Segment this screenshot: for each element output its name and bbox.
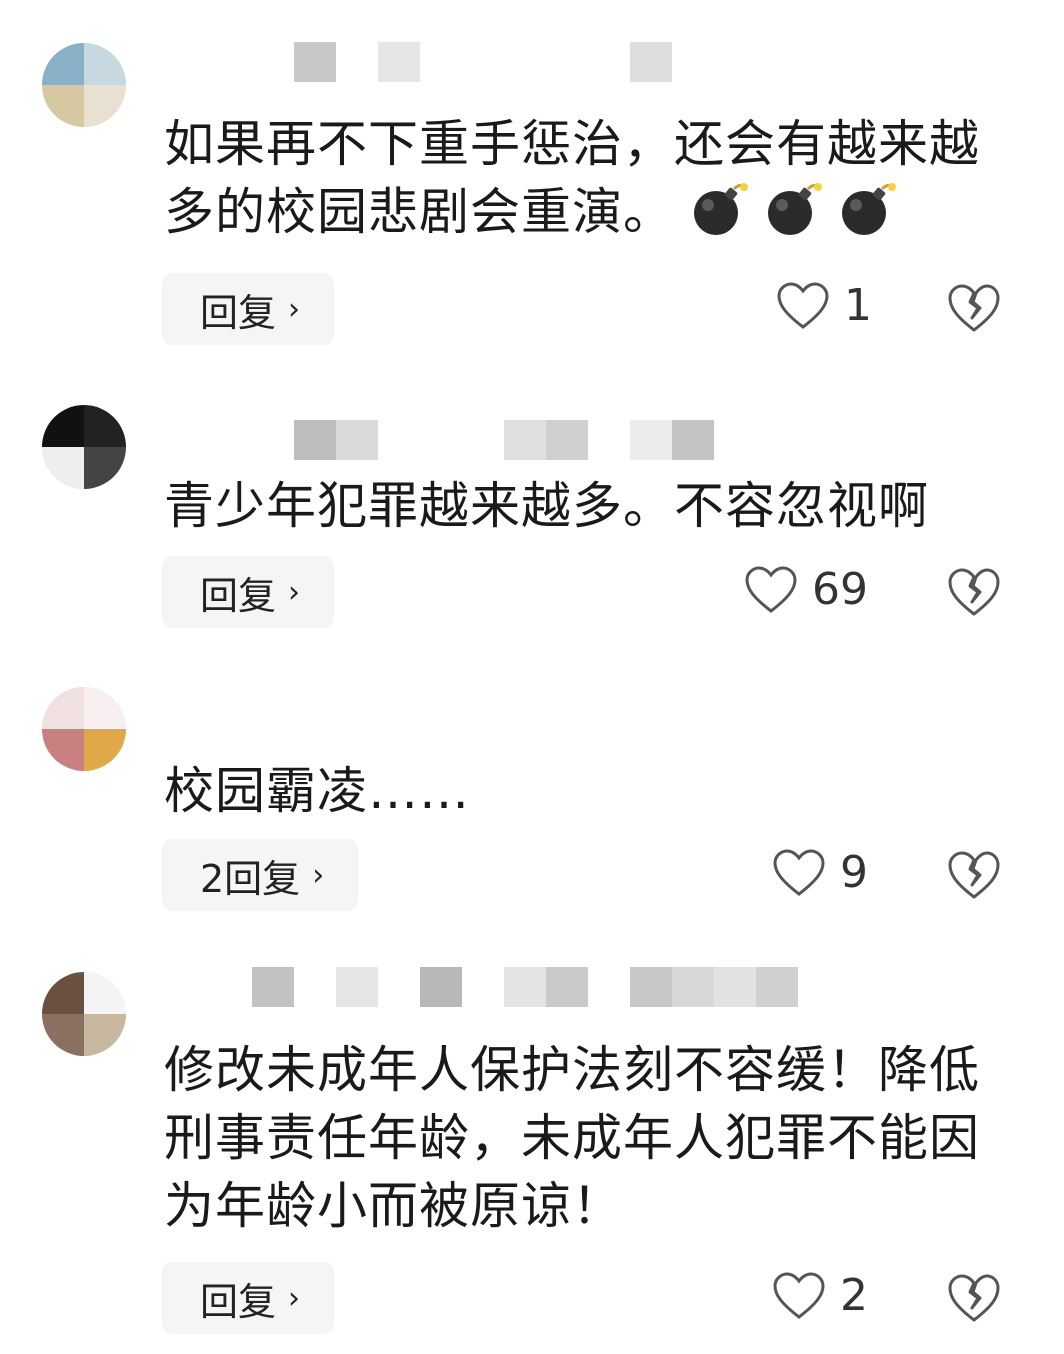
bomb-icon xyxy=(842,183,896,235)
redaction-block xyxy=(336,967,378,1007)
like-count: 1 xyxy=(844,280,872,331)
heart-icon xyxy=(773,1271,825,1319)
broken-heart-icon[interactable] xyxy=(946,1270,1002,1326)
reply-label: 回复 xyxy=(200,290,277,335)
avatar-tile xyxy=(42,687,84,729)
comment-text-content: 青少年犯罪越来越多。不容忽视啊 xyxy=(164,477,929,535)
avatar-tile xyxy=(84,729,126,771)
redaction-block xyxy=(546,967,588,1007)
reply-button[interactable]: 回复 › xyxy=(162,1262,335,1334)
like-button[interactable]: 1 xyxy=(776,280,872,331)
username-redacted xyxy=(0,420,1064,480)
redaction-block xyxy=(630,42,672,82)
chevron-right-icon: › xyxy=(288,574,301,610)
redaction-block xyxy=(294,420,336,460)
bomb-icon xyxy=(694,183,748,235)
redaction-block xyxy=(630,967,672,1007)
reply-label: 回复 xyxy=(200,1279,277,1324)
redaction-block xyxy=(336,420,378,460)
comment-text: 校园霸凌…… xyxy=(164,757,984,825)
like-count: 2 xyxy=(840,1270,868,1321)
comment-item: 修改未成年人保护法刻不容缓！降低刑事责任年龄，未成年人犯罪不能因为年龄小而被原谅… xyxy=(0,950,1064,1354)
username-redacted xyxy=(0,967,1064,1027)
redaction-block xyxy=(420,967,462,1007)
redaction-block xyxy=(294,42,336,82)
like-button[interactable]: 2 xyxy=(772,1270,868,1321)
comment-text-content: 修改未成年人保护法刻不容缓！降低刑事责任年龄，未成年人犯罪不能因为年龄小而被原谅… xyxy=(164,1041,980,1235)
like-button[interactable]: 9 xyxy=(772,847,868,898)
comment-text-content: 校园霸凌…… xyxy=(164,762,470,820)
redaction-block xyxy=(630,420,672,460)
like-count: 69 xyxy=(812,564,868,615)
redaction-block xyxy=(252,967,294,1007)
heart-icon xyxy=(773,848,825,896)
comment-text: 如果再不下重手惩治，还会有越来越多的校园悲剧会重演。 xyxy=(164,110,984,246)
reply-button[interactable]: 回复 › xyxy=(162,273,335,345)
avatar-tile xyxy=(42,729,84,771)
avatar[interactable] xyxy=(42,687,126,771)
comment-item: 校园霸凌…… 2回复 › 9 xyxy=(0,665,1064,945)
redaction-block xyxy=(504,420,546,460)
comment-text: 青少年犯罪越来越多。不容忽视啊 xyxy=(164,472,984,540)
redaction-block xyxy=(378,42,420,82)
broken-heart-icon[interactable] xyxy=(946,847,1002,903)
redaction-block xyxy=(672,967,714,1007)
like-count: 9 xyxy=(840,847,868,898)
redaction-block xyxy=(672,420,714,460)
redaction-block xyxy=(714,967,756,1007)
heart-icon xyxy=(777,281,829,329)
avatar-tile xyxy=(84,687,126,729)
chevron-right-icon: › xyxy=(288,1280,301,1316)
broken-heart-icon[interactable] xyxy=(946,280,1002,336)
reply-button[interactable]: 2回复 › xyxy=(162,839,359,911)
username-redacted xyxy=(0,42,1064,102)
bomb-icon xyxy=(768,183,822,235)
redaction-block xyxy=(546,420,588,460)
comment-text: 修改未成年人保护法刻不容缓！降低刑事责任年龄，未成年人犯罪不能因为年龄小而被原谅… xyxy=(164,1036,984,1240)
chevron-right-icon: › xyxy=(288,291,301,327)
like-button[interactable]: 69 xyxy=(744,564,868,615)
redaction-block xyxy=(504,967,546,1007)
heart-icon xyxy=(745,565,797,613)
chevron-right-icon: › xyxy=(312,857,325,893)
redaction-block xyxy=(756,967,798,1007)
comment-item: 青少年犯罪越来越多。不容忽视啊 回复 › 69 xyxy=(0,380,1064,660)
reply-label: 2回复 xyxy=(200,856,301,901)
reply-button[interactable]: 回复 › xyxy=(162,556,335,628)
comment-item: 如果再不下重手惩治，还会有越来越多的校园悲剧会重演。 回复 › 1 xyxy=(0,0,1064,360)
broken-heart-icon[interactable] xyxy=(946,564,1002,620)
reply-label: 回复 xyxy=(200,573,277,618)
